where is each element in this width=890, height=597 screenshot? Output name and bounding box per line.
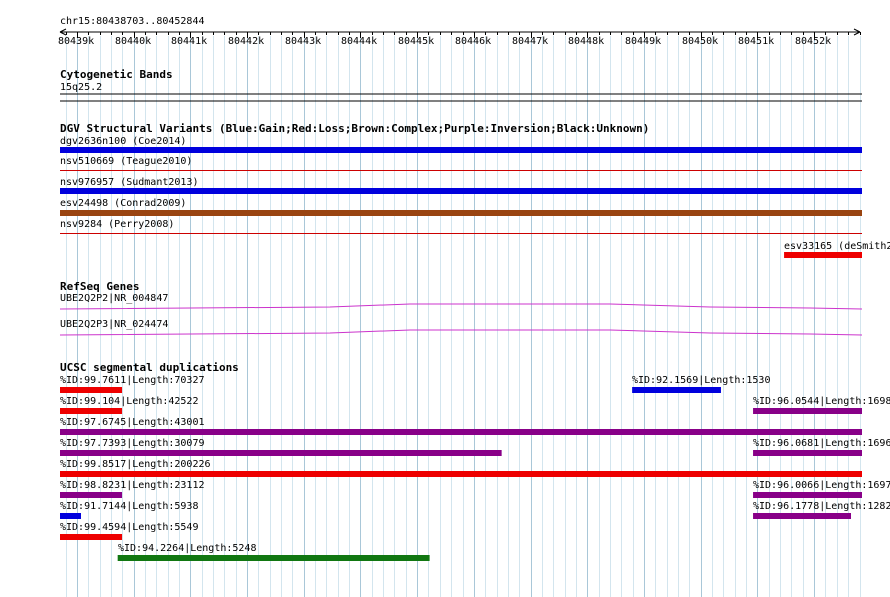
segdup-feature-label[interactable]: %ID:97.7393|Length:30079 bbox=[60, 438, 205, 449]
ruler-tick-label: 80440k bbox=[115, 36, 151, 47]
ruler-tick-label: 80448k bbox=[568, 36, 604, 47]
segdup-feature-label[interactable]: %ID:99.104|Length:42522 bbox=[60, 396, 198, 407]
ruler-tick-label: 80446k bbox=[455, 36, 491, 47]
ruler-tick-label: 80444k bbox=[341, 36, 377, 47]
refseq-track: UBE2Q2P2|NR_004847 UBE2Q2P3|NR_024474 bbox=[59, 293, 863, 336]
segdup-feature-bar[interactable] bbox=[117, 555, 430, 561]
segdup-feature-label[interactable]: %ID:92.1569|Length:1530 bbox=[632, 375, 770, 386]
dgv-feature-label[interactable]: esv24498 (Conrad2009) bbox=[60, 198, 186, 209]
dgv-feature-bar[interactable] bbox=[60, 188, 862, 194]
segdup-feature-bar[interactable] bbox=[60, 492, 123, 498]
ruler-tick-label: 80441k bbox=[171, 36, 207, 47]
segdup-feature-label[interactable]: %ID:91.7144|Length:5938 bbox=[60, 501, 198, 512]
locus-label: chr15:80438703..80452844 bbox=[60, 16, 205, 27]
segdup-feature-bar[interactable] bbox=[60, 387, 123, 393]
dgv-feature-label[interactable]: esv33165 (deSmith2 bbox=[784, 241, 890, 252]
dgv-feature-bar[interactable] bbox=[784, 252, 862, 258]
ruler-tick-label: 80442k bbox=[228, 36, 264, 47]
dgv-feature-label[interactable]: nsv976957 (Sudmant2013) bbox=[60, 177, 198, 188]
segdup-feature-bar[interactable] bbox=[60, 450, 502, 456]
segdup-feature-bar[interactable] bbox=[60, 471, 862, 477]
ruler-tick-label: 80450k bbox=[682, 36, 718, 47]
refseq-gene-label[interactable]: UBE2Q2P2|NR_004847 bbox=[60, 293, 168, 304]
genome-browser-view: chr15:80438703..80452844 80439k 80440k 804… bbox=[58, 16, 890, 597]
ruler-tick-label: 80447k bbox=[512, 36, 548, 47]
dgv-feature-bar[interactable] bbox=[60, 210, 862, 216]
ruler-tick-label: 80445k bbox=[398, 36, 434, 47]
segdup-feature-bar[interactable] bbox=[753, 450, 862, 456]
segdup-feature-label[interactable]: %ID:98.8231|Length:23112 bbox=[60, 480, 205, 491]
segdup-feature-label[interactable]: %ID:97.6745|Length:43001 bbox=[60, 417, 205, 428]
segdup-feature-label[interactable]: %ID:99.4594|Length:5549 bbox=[60, 522, 198, 533]
segdup-feature-label[interactable]: %ID:94.2264|Length:5248 bbox=[118, 543, 256, 554]
segdup-feature-label[interactable]: %ID:96.0681|Length:16964 bbox=[753, 438, 890, 449]
cytoband-label: 15q25.2 bbox=[60, 82, 102, 93]
ruler-tick-label: 80449k bbox=[625, 36, 661, 47]
segdup-feature-label[interactable]: %ID:96.1778|Length:1282 bbox=[753, 501, 890, 512]
dgv-feature-bar[interactable] bbox=[60, 233, 862, 234]
segdup-feature-bar[interactable] bbox=[60, 513, 81, 519]
segdup-feature-bar[interactable] bbox=[60, 408, 123, 414]
segdup-feature-bar[interactable] bbox=[632, 387, 721, 393]
segdup-track-title[interactable]: UCSC segmental duplications bbox=[60, 361, 239, 374]
ruler-tick-label: 80451k bbox=[738, 36, 774, 47]
ruler-tick-label: 80443k bbox=[285, 36, 321, 47]
segdup-feature-bar[interactable] bbox=[60, 534, 123, 540]
ruler-ticks: 80439k 80440k 80441k 80442k 80443k 80444k 8044… bbox=[58, 32, 861, 47]
dgv-track-title[interactable]: DGV Structural Variants (Blue:Gain;Red:L… bbox=[60, 122, 649, 135]
segdup-feature-bar[interactable] bbox=[753, 513, 851, 519]
segdup-feature-label[interactable]: %ID:96.0544|Length:16981 bbox=[753, 396, 890, 407]
ruler-tick-label: 80452k bbox=[795, 36, 831, 47]
refseq-gene-label[interactable]: UBE2Q2P3|NR_024474 bbox=[60, 319, 168, 330]
segdup-feature-bar[interactable] bbox=[60, 429, 862, 435]
segdup-feature-label[interactable]: %ID:96.0066|Length:16978 bbox=[753, 480, 890, 491]
segdup-feature-bar[interactable] bbox=[753, 408, 862, 414]
grid-lines bbox=[66, 36, 861, 597]
refseq-gene-model[interactable] bbox=[59, 329, 863, 336]
cytoband-track-title[interactable]: Cytogenetic Bands bbox=[60, 68, 173, 81]
refseq-track-title[interactable]: RefSeq Genes bbox=[60, 280, 139, 293]
ruler-tick-label: 80439k bbox=[58, 36, 94, 47]
segdup-feature-label[interactable]: %ID:99.7611|Length:70327 bbox=[60, 375, 205, 386]
dgv-feature-label[interactable]: nsv9284 (Perry2008) bbox=[60, 219, 174, 230]
refseq-gene-model[interactable] bbox=[59, 303, 863, 310]
segdup-feature-label[interactable]: %ID:99.8517|Length:200226 bbox=[60, 459, 211, 470]
segdup-feature-bar[interactable] bbox=[753, 492, 862, 498]
dgv-feature-label[interactable]: dgv2636n100 (Coe2014) bbox=[60, 136, 186, 147]
dgv-feature-label[interactable]: nsv510669 (Teague2010) bbox=[60, 156, 192, 167]
dgv-feature-bar[interactable] bbox=[60, 170, 862, 171]
dgv-feature-bar[interactable] bbox=[60, 147, 862, 153]
